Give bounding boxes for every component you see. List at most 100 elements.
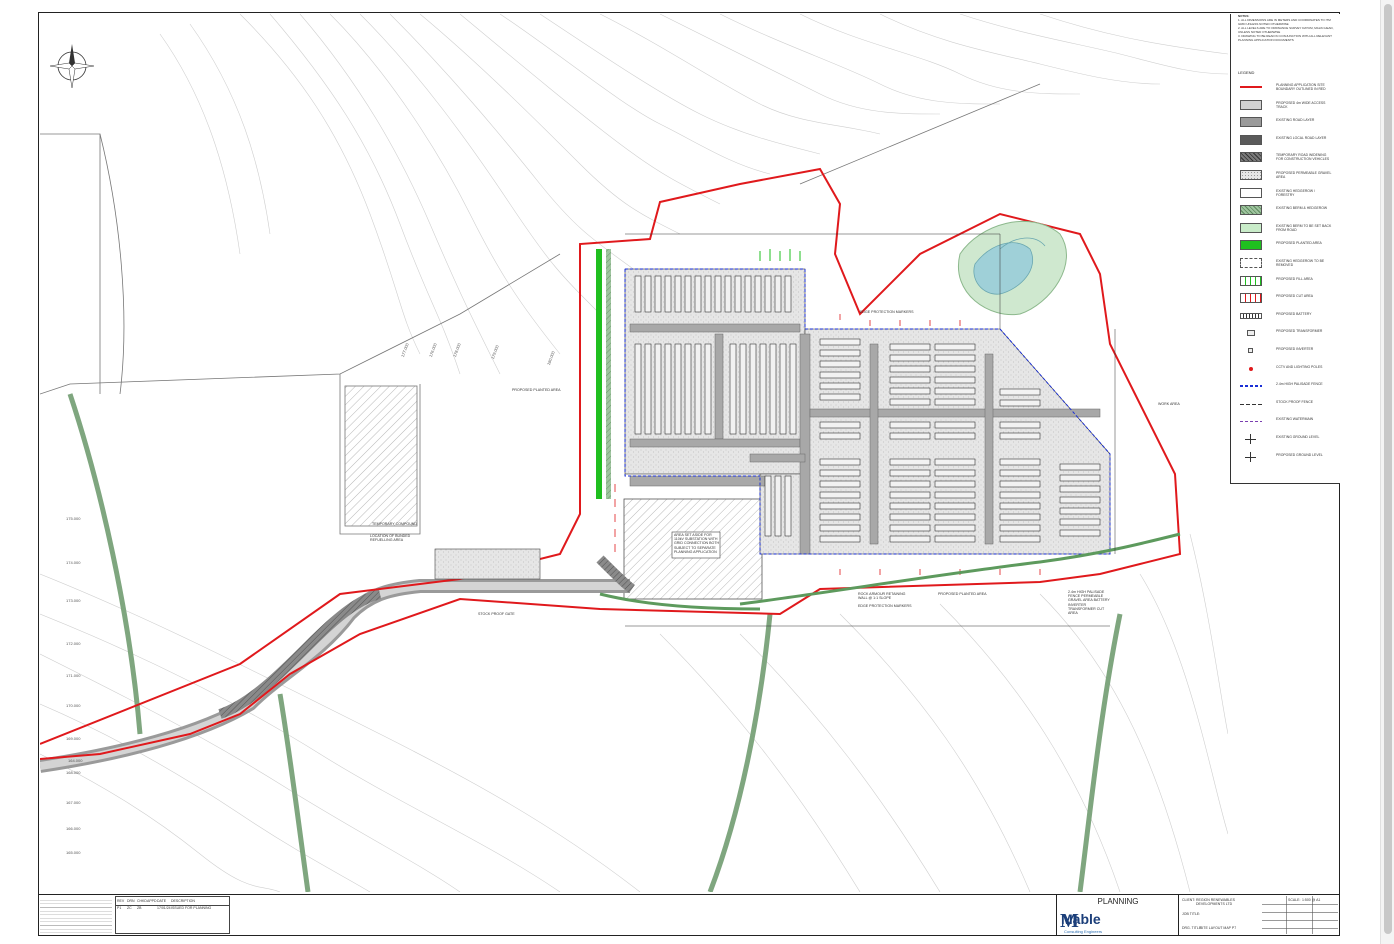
label-rock-armour: ROCK ARMOUR RETAINING WALL @ 1:1 SLOPE — [858, 592, 906, 600]
rev-header-cell: REV — [117, 899, 125, 903]
legend-swatch — [1240, 421, 1262, 423]
legend-item: EXISTING HEDGEROW TO BE REMOVED — [1240, 258, 1334, 270]
legend-label: EXISTING HEDGEROW / FORESTRY — [1276, 188, 1315, 197]
rev-header-cell: DRN — [127, 899, 135, 903]
legend-label: PROPOSED INVERTER — [1276, 347, 1314, 351]
contour-label: 166.000 — [66, 826, 81, 831]
legend-label: EXISTING ROAD LAYER — [1276, 118, 1315, 123]
vertical-scrollbar[interactable] — [1380, 0, 1394, 944]
company-logo-sub: Consulting Engineers — [1064, 929, 1103, 934]
drawing-sheet: PROPOSED PLANTED AREA TEMPORARY COMPOUND… — [0, 0, 1394, 944]
legend-item: CCTV AND LIGHTING POLES — [1240, 364, 1334, 376]
label-bunded-area: LOCATION OF BUNDED REFUELLING AREA — [370, 534, 411, 542]
rev-cell: 17/01/24 — [157, 906, 171, 910]
label-palisade-note: 2.4m HIGH PALISADE FENCE PERMEABLE GRAVE… — [1068, 590, 1110, 616]
label-edge-markers-bottom: EDGE PROTECTION MARKERS — [858, 604, 912, 608]
north-arrow-icon — [49, 44, 95, 89]
legend-item: EXISTING LOCAL ROAD LAYER — [1240, 134, 1334, 147]
drawing-title: SITE LAYOUT MAP P7 — [1200, 926, 1237, 930]
legend-swatch — [1240, 451, 1262, 462]
legend-label: CCTV AND LIGHTING POLES — [1276, 364, 1323, 369]
legend-label: PROPOSED GROUND LEVEL — [1276, 452, 1323, 457]
legend-item: EXISTING GROUND LEVEL — [1240, 434, 1334, 446]
compound-building — [434, 548, 541, 580]
legend-item: PROPOSED 4m WIDE ACCESS TRACK — [1240, 99, 1334, 112]
temporary-compound — [344, 385, 418, 527]
label-work-area: WORK AREA — [1158, 402, 1180, 406]
legend-label: PROPOSED TRANSFORMER — [1276, 329, 1323, 334]
legend-swatch — [1240, 170, 1262, 180]
attenuation-pond — [957, 220, 1067, 316]
legend-label: EXISTING WATERMAIN — [1276, 417, 1314, 422]
legend-item: EXISTING HEDGEROW / FORESTRY — [1240, 187, 1334, 200]
legend-item: TEMPORARY ROAD WIDENING FOR CONSTRUCTION… — [1240, 152, 1334, 164]
legend-swatch — [1240, 187, 1262, 198]
label-stock-proof-gate: STOCK PROOF GATE — [478, 612, 515, 616]
label-planted-area: PROPOSED PLANTED AREA — [512, 388, 561, 392]
legend-item: PROPOSED BATTERY — [1240, 311, 1334, 323]
legend-item: PROPOSED GROUND LEVEL — [1240, 451, 1334, 464]
contour-label: 167.000 — [66, 800, 81, 805]
contour-label: 169.000 — [66, 736, 81, 741]
site-layout-map — [40, 14, 1228, 892]
legend-swatch — [1240, 134, 1262, 145]
note-item: 2. ALL LEVELS ARE TO ORDNANCE SURVEY DAT… — [1238, 26, 1334, 34]
legend-item: PROPOSED INVERTER — [1240, 346, 1334, 358]
legend-swatch — [1240, 434, 1262, 444]
legend-label: PROPOSED FILL AREA — [1276, 276, 1313, 281]
access-track — [40, 555, 636, 773]
legend-label: EXISTING GROUND LEVEL — [1276, 435, 1320, 439]
label-edge-markers-top: EDGE PROTECTION MARKERS — [860, 310, 914, 314]
contour-label: 170.000 — [66, 703, 81, 708]
legend-label: 2.4m HIGH PALISADE FENCE — [1276, 382, 1323, 387]
legend-label: PROPOSED PERMEABLE GRAVEL AREA — [1276, 171, 1332, 179]
company-logo-text: Mable — [1061, 911, 1101, 927]
legend-label: EXISTING BERM TO BE SET BACK FROM ROAD — [1276, 223, 1332, 232]
contour-label: 165.000 — [66, 850, 81, 855]
legend-label: PROPOSED CUT AREA — [1276, 294, 1314, 299]
drawing-status: PLANNING — [1097, 897, 1139, 906]
legend-swatch — [1240, 205, 1262, 216]
rev-header-cell: APPD — [147, 899, 157, 903]
contour-label: 173.000 — [66, 598, 81, 603]
legend-swatch — [1240, 117, 1262, 128]
planted-strip — [596, 249, 602, 499]
legend-swatch — [1240, 312, 1262, 319]
legend-swatch — [1240, 240, 1262, 251]
disclaimer-text — [40, 897, 112, 933]
rev-header-cell: DATE — [157, 899, 167, 903]
legend-label: PROPOSED 4m WIDE ACCESS TRACK — [1276, 100, 1326, 109]
client-value: REGION RENEWABLES DEVELOPMENTS LTD — [1196, 898, 1235, 906]
tb-divider — [1178, 894, 1179, 936]
rev-cell: ZB — [137, 906, 142, 910]
legend-item: EXISTING BERM & HEDGEROW — [1240, 205, 1334, 217]
title-block-grid — [1262, 896, 1338, 934]
legend-title: LEGEND — [1238, 70, 1255, 75]
rev-cell: P1 — [117, 906, 122, 910]
legend-swatch — [1240, 403, 1262, 405]
client-label: CLIENT: — [1182, 898, 1196, 902]
legend-item: PROPOSED PLANTED AREA — [1240, 240, 1334, 252]
legend-notes: NOTES: 1. ALL DIMENSIONS ARE IN METERS A… — [1238, 14, 1334, 42]
rev-header-cell: CHKD — [137, 899, 147, 903]
note-item: 1. ALL DIMENSIONS ARE IN METERS AND COOR… — [1238, 18, 1331, 26]
legend-item: PLANNING APPLICATION SITE BOUNDARY OUTLI… — [1240, 82, 1334, 94]
legend-swatch — [1248, 348, 1253, 353]
legend-swatch — [1240, 99, 1262, 110]
label-planted-area-2: PROPOSED PLANTED AREA — [938, 592, 987, 596]
legend-swatch — [1240, 385, 1262, 387]
rev-cell: ZC — [127, 906, 132, 910]
legend-label: STOCK PROOF FENCE — [1276, 399, 1314, 404]
legend-label: EXISTING LOCAL ROAD LAYER — [1276, 135, 1327, 140]
revision-table: REV DRN CHKD APPD DATE DESCRIPTION P1 ZC ZB 17/0… — [115, 896, 230, 934]
contour-label: 172.000 — [66, 641, 81, 646]
rev-header-cell: DESCRIPTION — [171, 899, 195, 903]
scrollbar-thumb[interactable] — [1384, 4, 1392, 934]
legend-label: TEMPORARY ROAD WIDENING FOR CONSTRUCTION… — [1276, 153, 1330, 162]
contour-label: 174.000 — [66, 560, 81, 565]
job-title-label: JOB TITLE: — [1182, 912, 1201, 916]
legend-label: EXISTING HEDGEROW TO BE REMOVED — [1276, 259, 1325, 267]
legend-item: EXISTING BERM TO BE SET BACK FROM ROAD — [1240, 222, 1334, 235]
legend-swatch — [1240, 152, 1262, 163]
contour-label: 168.000 — [66, 770, 81, 775]
